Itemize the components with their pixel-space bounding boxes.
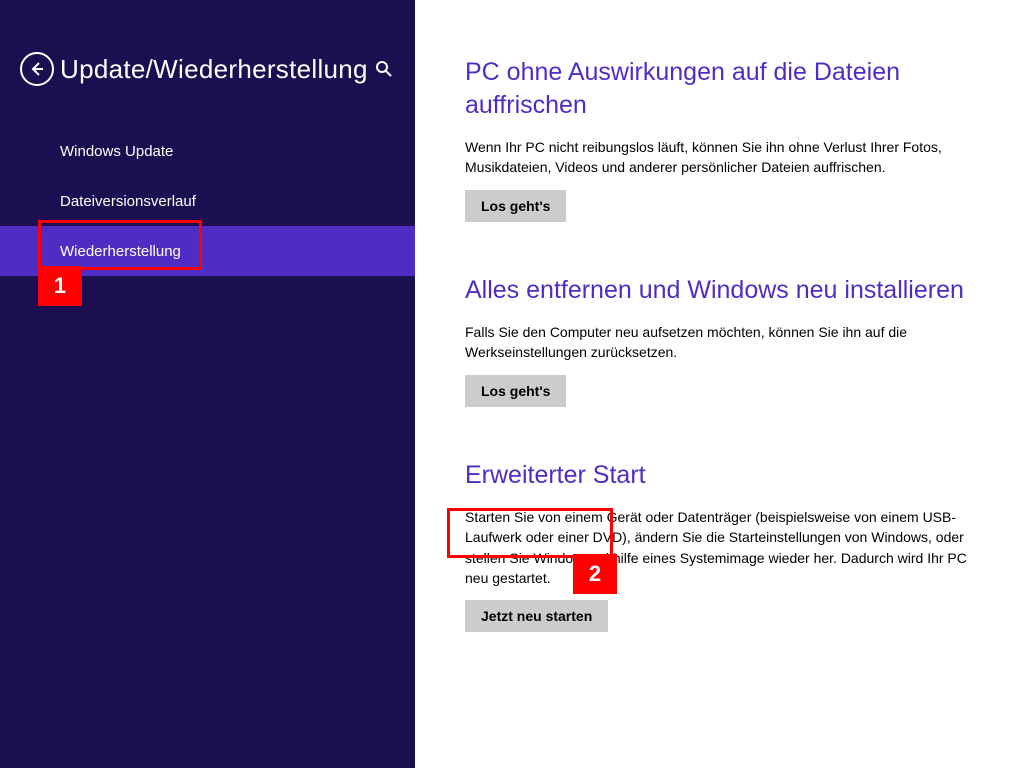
section-body: Wenn Ihr PC nicht reibungslos läuft, kön… — [465, 137, 984, 178]
reset-button[interactable]: Los geht's — [465, 375, 566, 407]
section-body: Starten Sie von einem Gerät oder Datentr… — [465, 507, 984, 588]
sidebar-item-windows-update[interactable]: Windows Update — [0, 126, 415, 176]
section-heading: PC ohne Auswirkungen auf die Dateien auf… — [465, 56, 984, 121]
section-body: Falls Sie den Computer neu aufsetzen möc… — [465, 322, 984, 363]
main-panel: PC ohne Auswirkungen auf die Dateien auf… — [415, 0, 1024, 768]
arrow-left-icon — [28, 60, 46, 78]
section-refresh: PC ohne Auswirkungen auf die Dateien auf… — [465, 56, 984, 222]
sidebar-item-recovery[interactable]: Wiederherstellung — [0, 226, 415, 276]
page-title: Update/Wiederherstellung — [60, 54, 368, 85]
sidebar-header: Update/Wiederherstellung — [0, 0, 415, 86]
refresh-button[interactable]: Los geht's — [465, 190, 566, 222]
sidebar-item-file-history[interactable]: Dateiversionsverlauf — [0, 176, 415, 226]
back-button[interactable] — [20, 52, 54, 86]
sidebar-item-label: Wiederherstellung — [60, 243, 181, 260]
restart-now-button[interactable]: Jetzt neu starten — [465, 600, 608, 632]
sidebar-nav: Windows Update Dateiversionsverlauf Wied… — [0, 126, 415, 276]
section-heading: Alles entfernen und Windows neu installi… — [465, 274, 984, 307]
section-reset: Alles entfernen und Windows neu installi… — [465, 274, 984, 407]
sidebar: Update/Wiederherstellung Windows Update … — [0, 0, 415, 768]
section-heading: Erweiterter Start — [465, 459, 984, 492]
sidebar-item-label: Dateiversionsverlauf — [60, 193, 196, 210]
sidebar-item-label: Windows Update — [60, 143, 173, 160]
search-icon[interactable] — [374, 59, 394, 79]
section-advanced-startup: Erweiterter Start Starten Sie von einem … — [465, 459, 984, 633]
